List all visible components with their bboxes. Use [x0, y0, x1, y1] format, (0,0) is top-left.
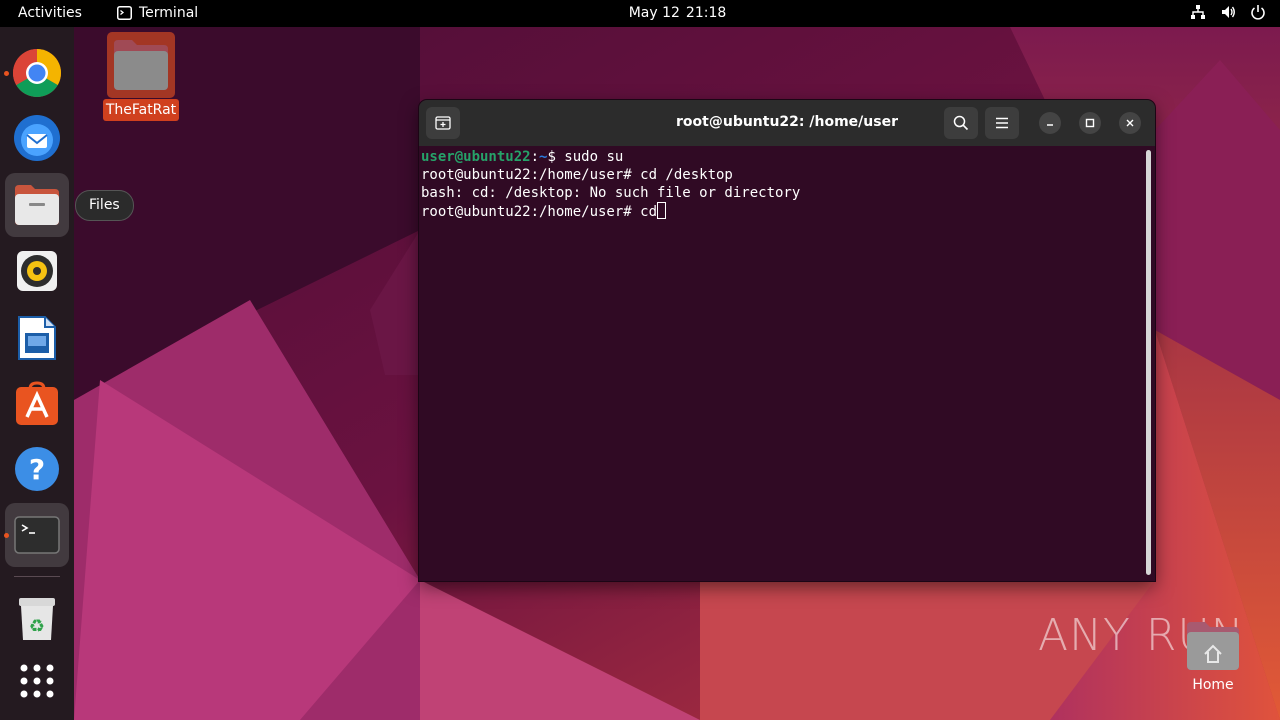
- writer-icon: [18, 316, 56, 360]
- maximize-icon: [1085, 118, 1095, 128]
- terminal-icon: [14, 516, 60, 554]
- dock-item-chrome[interactable]: [4, 41, 69, 105]
- clock-time: 21:18: [685, 5, 727, 21]
- terminal-window[interactable]: root@ubuntu22: /home/user user@ubuntu22:…: [419, 100, 1155, 581]
- running-indicator: [4, 533, 9, 538]
- dock-item-rhythmbox[interactable]: [5, 239, 69, 303]
- dock-item-trash[interactable]: ♻: [5, 587, 69, 651]
- dock-separator: [14, 576, 60, 577]
- home-label: Home: [1192, 677, 1234, 693]
- prompt-user: user@ubuntu22: [421, 149, 531, 165]
- menu-button[interactable]: [985, 107, 1019, 139]
- dock-item-writer[interactable]: [5, 306, 69, 370]
- terminal-line-current: root@ubuntu22:/home/user# cd: [421, 202, 1141, 220]
- close-icon: [1126, 119, 1134, 127]
- dock-item-help[interactable]: ?: [5, 437, 69, 501]
- text-cursor: [657, 202, 667, 219]
- show-apps-button[interactable]: [5, 649, 69, 713]
- prompt-separator: :: [530, 149, 540, 165]
- folder-label: TheFatRat: [103, 99, 179, 121]
- volume-icon[interactable]: [1220, 4, 1236, 20]
- search-button[interactable]: [944, 107, 978, 139]
- terminal-output[interactable]: user@ubuntu22:~$ sudo su root@ubuntu22:/…: [421, 148, 1141, 578]
- network-icon[interactable]: [1190, 4, 1206, 20]
- terminal-header-bar[interactable]: root@ubuntu22: /home/user: [419, 100, 1155, 146]
- thunderbird-icon: [14, 115, 60, 161]
- hamburger-icon: [996, 117, 1008, 129]
- close-button[interactable]: [1119, 112, 1141, 134]
- top-bar: Activities Terminal May 12 21:18: [0, 0, 1280, 27]
- clock-date: May 12: [628, 5, 680, 21]
- chrome-icon: [12, 48, 62, 98]
- rhythmbox-icon: [17, 251, 57, 291]
- dock-item-files[interactable]: [5, 173, 69, 237]
- svg-text:♻: ♻: [29, 616, 45, 637]
- minimize-button[interactable]: [1039, 112, 1061, 134]
- clock[interactable]: May 12 21:18: [0, 5, 1280, 21]
- dock-item-thunderbird[interactable]: [5, 106, 69, 170]
- scrollbar[interactable]: [1146, 150, 1151, 575]
- maximize-button[interactable]: [1079, 112, 1101, 134]
- trash-icon: ♻: [19, 598, 55, 640]
- power-icon[interactable]: [1250, 4, 1266, 20]
- folder-icon: [114, 40, 168, 90]
- desktop-folder-thefatrat[interactable]: TheFatRat: [103, 31, 179, 121]
- running-indicator: [4, 71, 9, 76]
- home-folder-icon: [1187, 622, 1239, 670]
- terminal-line: user@ubuntu22:~$ sudo su: [421, 148, 1141, 166]
- desktop-home-icon[interactable]: Home: [1178, 615, 1248, 700]
- dock-item-terminal[interactable]: [4, 503, 69, 567]
- app-center-icon: [16, 381, 58, 425]
- help-icon: ?: [15, 447, 59, 491]
- terminal-line: root@ubuntu22:/home/user# cd /desktop: [421, 167, 733, 183]
- files-icon: [15, 185, 59, 225]
- app-grid-icon: [20, 664, 54, 698]
- dock-tooltip: Files: [75, 190, 134, 221]
- svg-text:?: ?: [29, 453, 45, 486]
- dock-item-app-center[interactable]: [5, 372, 69, 436]
- terminal-line: bash: cd: /desktop: No such file or dire…: [421, 185, 801, 201]
- current-input: root@ubuntu22:/home/user# cd: [421, 204, 658, 220]
- system-tray[interactable]: [1190, 4, 1266, 20]
- search-icon: [953, 115, 969, 131]
- dock: ? ♻: [0, 27, 74, 720]
- minimize-icon: [1047, 124, 1053, 126]
- command-text: $ sudo su: [547, 149, 624, 165]
